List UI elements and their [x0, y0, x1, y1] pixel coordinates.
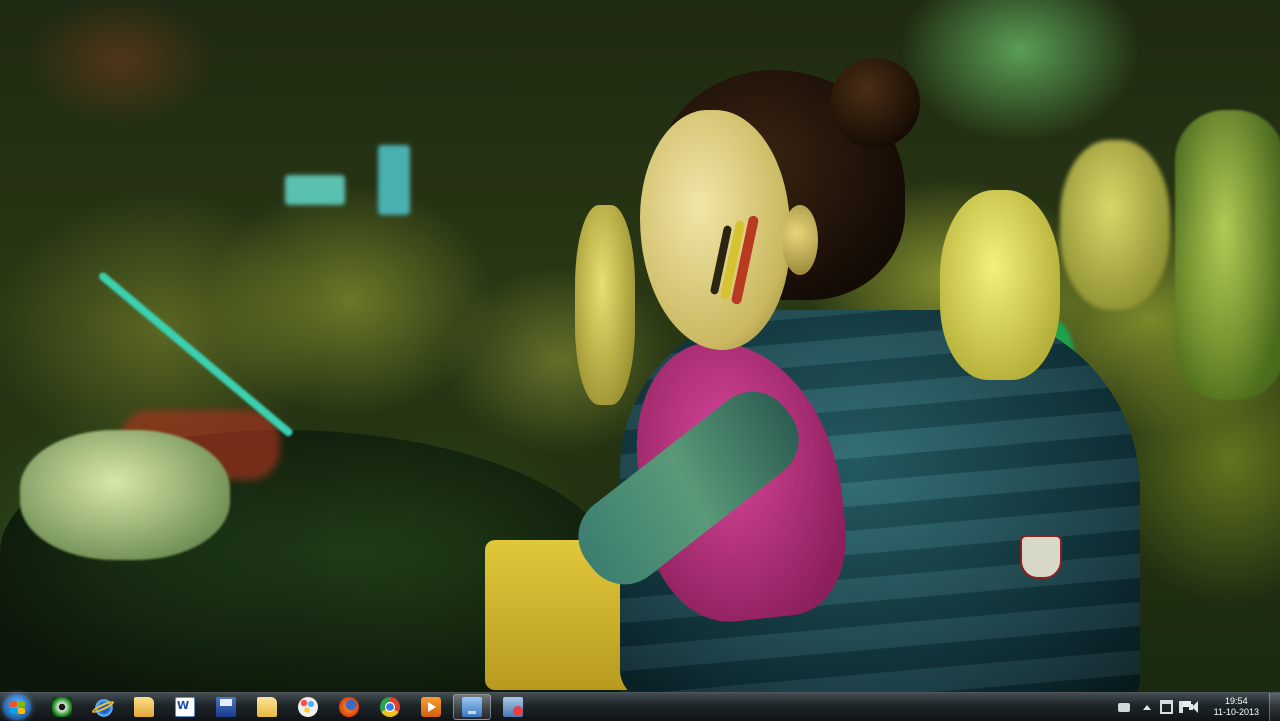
face: [640, 110, 790, 350]
jacket-badge: [1020, 535, 1062, 579]
volume-icon[interactable]: [1188, 700, 1203, 714]
raised-phone: [285, 175, 345, 205]
taskbar-buttons: [43, 693, 535, 721]
taskbar-button-save[interactable]: [207, 694, 245, 720]
remote-desktop-icon: [503, 697, 523, 717]
folder-icon: [257, 697, 277, 717]
taskbar-button-remote-desktop[interactable]: [494, 694, 532, 720]
hair-bun: [830, 58, 920, 148]
clock-date: 11-10-2013: [1213, 707, 1259, 717]
raised-hand: [940, 190, 1060, 380]
taskbar-button-internet-explorer[interactable]: [84, 694, 122, 720]
eye-app-icon: [52, 697, 72, 717]
desktop-wallpaper: [0, 0, 1280, 692]
floppy-save-icon: [216, 697, 236, 717]
clock-time: 19:54: [1225, 696, 1248, 706]
taskbar-button-firefox[interactable]: [330, 694, 368, 720]
raised-hand: [1060, 140, 1170, 310]
media-player-icon: [421, 697, 441, 717]
waving-hand: [20, 430, 230, 560]
taskbar-button-folder[interactable]: [248, 694, 286, 720]
clock[interactable]: 19:54 11-10-2013: [1214, 696, 1259, 718]
windows-logo-icon: [10, 708, 17, 714]
paint-icon: [298, 697, 318, 717]
taskbar-button-chrome[interactable]: [371, 694, 409, 720]
show-desktop-button[interactable]: [1269, 693, 1280, 721]
system-tray: 19:54 11-10-2013: [1115, 693, 1280, 721]
taskbar-button-desktop-window[interactable]: [453, 694, 491, 720]
windows-logo-icon: [10, 701, 17, 707]
libraries-folder-icon: [134, 697, 154, 717]
internet-explorer-icon: [93, 697, 113, 717]
ear: [782, 205, 818, 275]
show-hidden-icons-arrow-icon[interactable]: [1142, 704, 1151, 710]
word-document-icon: [175, 697, 195, 717]
taskbar-button-word[interactable]: [166, 694, 204, 720]
start-button[interactable]: [3, 694, 31, 720]
raised-phone: [378, 145, 410, 215]
taskbar-button-libraries[interactable]: [125, 694, 163, 720]
windows-logo-icon: [18, 708, 25, 714]
firefox-icon: [339, 697, 359, 717]
chrome-icon: [380, 697, 400, 717]
windows-logo-icon: [18, 701, 25, 707]
network-icon[interactable]: [1159, 700, 1173, 714]
bottle: [1175, 110, 1280, 400]
taskbar: 19:54 11-10-2013: [0, 692, 1280, 721]
taskbar-button-paint[interactable]: [289, 694, 327, 720]
tablet-icon[interactable]: [1117, 702, 1130, 712]
taskbar-button-eye-app[interactable]: [43, 694, 81, 720]
desktop-window-icon: [462, 697, 482, 717]
action-center-flag-icon[interactable]: [1178, 701, 1191, 713]
raised-hand: [575, 205, 635, 405]
taskbar-button-media-player[interactable]: [412, 694, 450, 720]
